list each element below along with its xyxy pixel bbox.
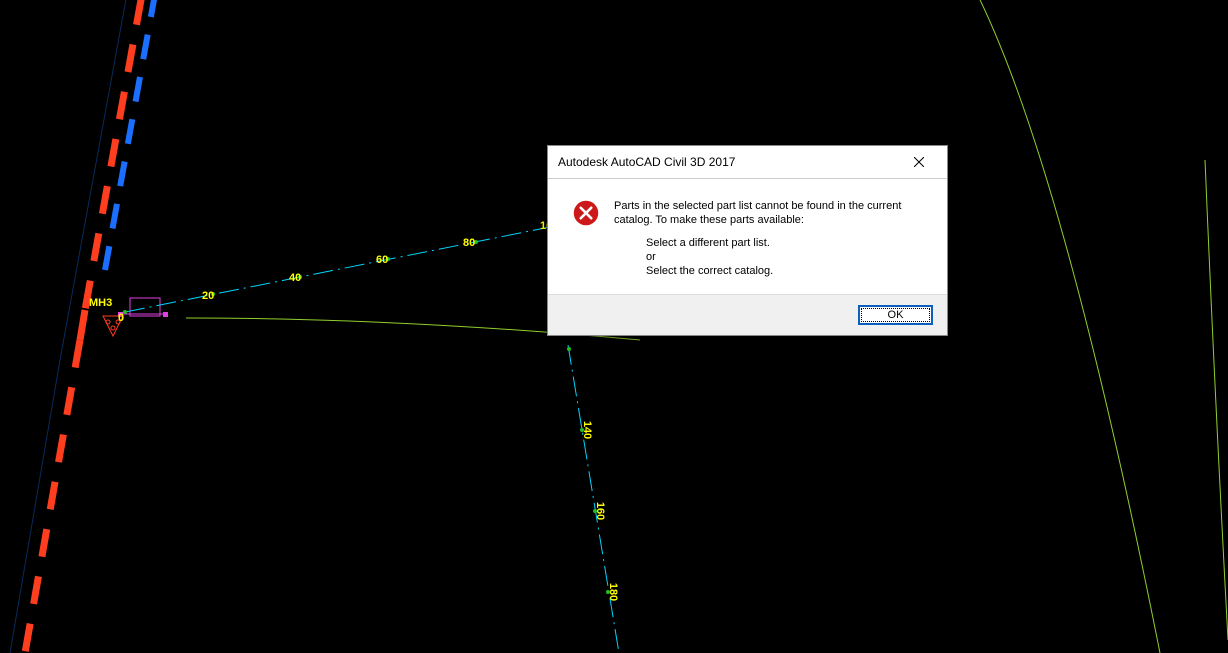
structure-label: MH3 bbox=[89, 297, 112, 309]
dialog-titlebar[interactable]: Autodesk AutoCAD Civil 3D 2017 bbox=[548, 146, 947, 179]
dialog-message-options: Select a different part list. or Select … bbox=[646, 236, 931, 279]
error-icon bbox=[572, 199, 600, 227]
dialog-body: Parts in the selected part list cannot b… bbox=[548, 179, 947, 294]
station-label-0: 0 bbox=[118, 312, 124, 324]
close-icon bbox=[914, 157, 924, 167]
station-label-60: 60 bbox=[376, 254, 388, 266]
station-label-20: 20 bbox=[202, 290, 214, 302]
close-button[interactable] bbox=[899, 152, 939, 172]
station-label-80: 80 bbox=[463, 237, 475, 249]
dialog-option-or: or bbox=[646, 250, 931, 264]
error-dialog: Autodesk AutoCAD Civil 3D 2017 Parts in … bbox=[547, 145, 948, 336]
ok-button[interactable]: OK bbox=[858, 305, 933, 325]
dialog-footer: OK bbox=[548, 294, 947, 335]
station-label-40: 40 bbox=[289, 272, 301, 284]
dialog-message-intro: Parts in the selected part list cannot b… bbox=[614, 199, 931, 228]
station-label-180: 180 bbox=[607, 583, 619, 601]
dialog-option-2: Select the correct catalog. bbox=[646, 264, 931, 278]
dialog-option-1: Select a different part list. bbox=[646, 236, 931, 250]
dialog-title: Autodesk AutoCAD Civil 3D 2017 bbox=[558, 155, 735, 169]
station-label-140: 140 bbox=[581, 421, 593, 439]
station-label-160: 160 bbox=[594, 502, 606, 520]
dialog-message: Parts in the selected part list cannot b… bbox=[614, 199, 931, 278]
